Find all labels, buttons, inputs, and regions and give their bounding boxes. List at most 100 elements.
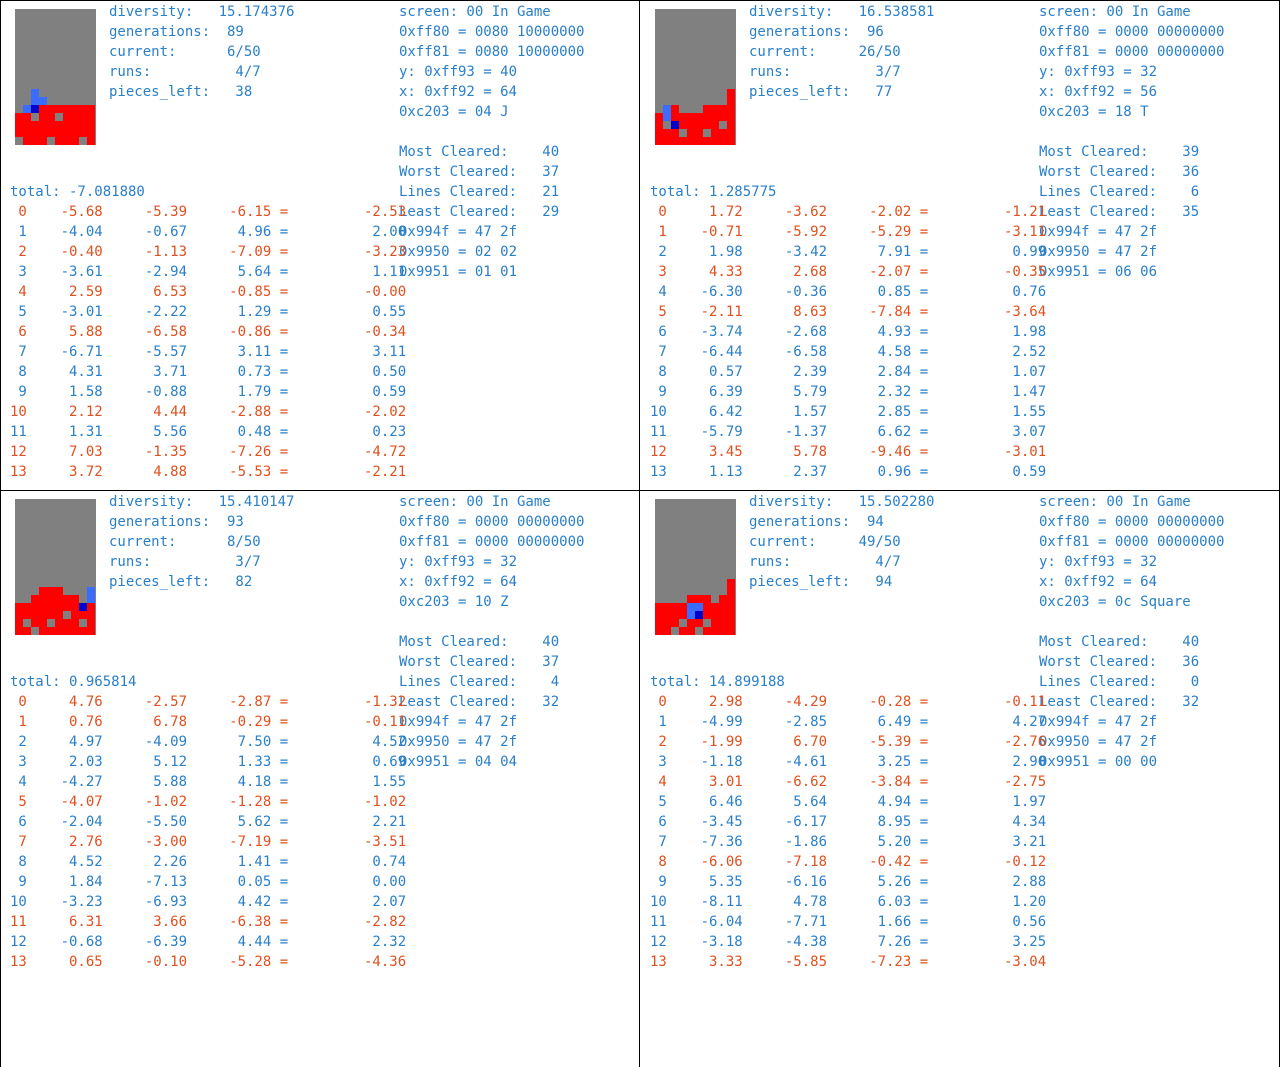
board-block <box>71 105 79 113</box>
board-block <box>727 619 735 627</box>
board-block <box>663 137 671 145</box>
table-row: 8 -6.06 -7.18 -0.42 = -0.12 <box>650 854 1047 870</box>
board-block <box>87 137 95 145</box>
reg-x: x: 0xff92 = 64 <box>1039 574 1158 590</box>
board-block <box>695 595 703 603</box>
reg-ff81: 0xff81 = 0000 00000000 <box>399 534 585 550</box>
tetris-board <box>655 9 736 145</box>
board-block <box>679 603 687 611</box>
table-row: 0 -5.68 -5.39 -6.15 = -2.53 <box>10 204 407 220</box>
reg-c203: 0xc203 = 0c Square <box>1039 594 1191 610</box>
table-row: 13 0.65 -0.10 -5.28 = -4.36 <box>10 954 407 970</box>
board-block <box>87 113 95 121</box>
board-block <box>719 129 727 137</box>
board-block <box>719 105 727 113</box>
board-block <box>47 129 55 137</box>
board-block <box>71 627 79 635</box>
most-cleared: Most Cleared: 40 <box>399 634 560 650</box>
table-row: 10 6.42 1.57 2.85 = 1.55 <box>650 404 1047 420</box>
current-label: current: 6/50 <box>109 44 261 60</box>
table-row: 0 4.76 -2.57 -2.87 = -1.32 <box>10 694 407 710</box>
table-row: 9 5.35 -6.16 5.26 = 2.88 <box>650 874 1047 890</box>
board-block <box>679 121 687 129</box>
board-block <box>31 611 39 619</box>
table-row: 4 2.59 6.53 -0.85 = -0.00 <box>10 284 407 300</box>
board-block <box>71 603 79 611</box>
board-block <box>55 105 63 113</box>
tetris-board <box>15 9 96 145</box>
table-row: 3 -1.18 -4.61 3.25 = 2.90 <box>650 754 1047 770</box>
reg-ff80: 0xff80 = 0080 10000000 <box>399 24 585 40</box>
board-block <box>39 105 47 113</box>
reg-c203: 0xc203 = 18 T <box>1039 104 1149 120</box>
board-block <box>719 603 727 611</box>
reg-ff80: 0xff80 = 0000 00000000 <box>1039 24 1225 40</box>
table-row: 7 -6.71 -5.57 3.11 = 3.11 <box>10 344 407 360</box>
board-block <box>679 611 687 619</box>
screen-status: screen: 00 In Game <box>399 4 551 20</box>
least-cleared: Least Cleared: 32 <box>1039 694 1200 710</box>
board-block <box>79 121 87 129</box>
screen-status: screen: 00 In Game <box>1039 4 1191 20</box>
total-score: total: 14.899188 <box>650 674 785 690</box>
table-row: 13 1.13 2.37 0.96 = 0.59 <box>650 464 1047 480</box>
board-block <box>663 603 671 611</box>
table-row: 0 1.72 -3.62 -2.02 = -1.21 <box>650 204 1047 220</box>
board-block <box>79 611 87 619</box>
board-block <box>711 611 719 619</box>
board-block <box>47 587 55 595</box>
generations-label: generations: 94 <box>749 514 884 530</box>
table-row: 6 5.88 -6.58 -0.86 = -0.34 <box>10 324 407 340</box>
board-block <box>39 611 47 619</box>
table-row: 5 -4.07 -1.02 -1.28 = -1.02 <box>10 794 407 810</box>
board-block <box>71 137 79 145</box>
active-piece-block <box>31 89 39 97</box>
board-block <box>87 129 95 137</box>
board-block <box>687 619 695 627</box>
board-block <box>63 627 71 635</box>
board-block <box>63 105 71 113</box>
least-cleared: Least Cleared: 29 <box>399 204 560 220</box>
board-block <box>23 627 31 635</box>
board-block <box>727 579 735 587</box>
board-block <box>703 595 711 603</box>
board-block <box>15 121 23 129</box>
board-block <box>63 595 71 603</box>
board-block <box>15 611 23 619</box>
board-block <box>23 137 31 145</box>
board-block <box>55 121 63 129</box>
worst-cleared: Worst Cleared: 37 <box>399 654 560 670</box>
board-block <box>63 603 71 611</box>
board-block <box>71 121 79 129</box>
board-block <box>23 113 31 121</box>
generations-label: generations: 89 <box>109 24 244 40</box>
reg-c203: 0xc203 = 10 Z <box>399 594 509 610</box>
reg-y: y: 0xff93 = 32 <box>399 554 518 570</box>
board-block <box>727 627 735 635</box>
board-block <box>679 113 687 121</box>
table-row: 8 4.52 2.26 1.41 = 0.74 <box>10 854 407 870</box>
active-piece-block <box>87 595 95 603</box>
board-block <box>687 595 695 603</box>
table-row: 1 -0.71 -5.92 -5.29 = -3.11 <box>650 224 1047 240</box>
board-block <box>719 619 727 627</box>
board-block <box>87 619 95 627</box>
active-piece-pivot <box>31 105 39 113</box>
board-block <box>727 129 735 137</box>
table-row: 6 -3.74 -2.68 4.93 = 1.98 <box>650 324 1047 340</box>
board-block <box>55 627 63 635</box>
reg-9951: 0x9951 = 06 06 <box>1039 264 1158 280</box>
panel-2: diversity: 15.410147 generations: 93 curre… <box>0 490 640 980</box>
table-row: 12 -0.68 -6.39 4.44 = 2.32 <box>10 934 407 950</box>
worst-cleared: Worst Cleared: 36 <box>1039 164 1200 180</box>
board-block <box>63 137 71 145</box>
table-row: 2 4.97 -4.09 7.50 = 4.52 <box>10 734 407 750</box>
diversity-label: diversity: 15.174376 <box>109 4 295 20</box>
board-block <box>39 587 47 595</box>
table-row: 2 1.98 -3.42 7.91 = 0.99 <box>650 244 1047 260</box>
reg-9950: 0x9950 = 02 02 <box>399 244 518 260</box>
reg-994f: 0x994f = 47 2f <box>1039 714 1158 730</box>
board-block <box>671 137 679 145</box>
board-block <box>31 595 39 603</box>
table-row: 4 3.01 -6.62 -3.84 = -2.75 <box>650 774 1047 790</box>
